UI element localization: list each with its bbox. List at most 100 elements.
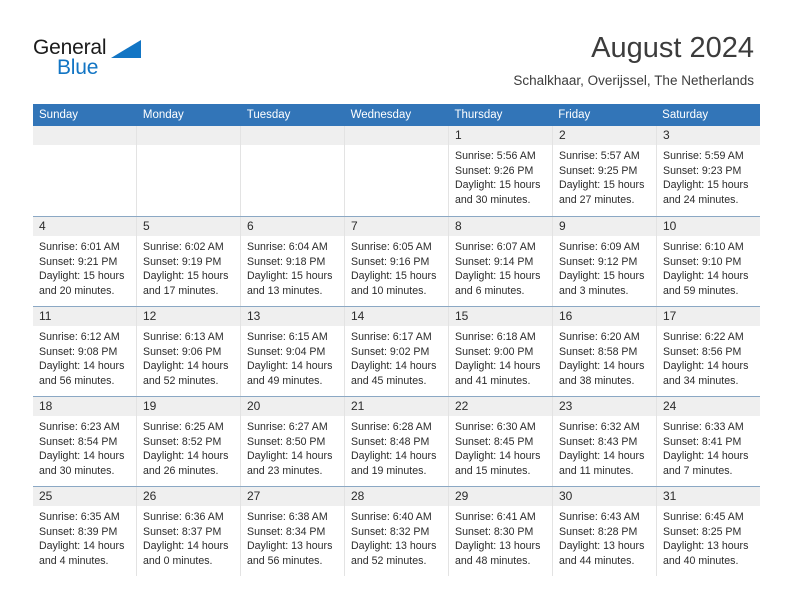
sunrise-text: Sunrise: 6:23 AM [39, 421, 120, 433]
day-cell[interactable]: 29 Sunrise: 6:41 AM Sunset: 8:30 PM Dayligh… [448, 487, 552, 576]
day-cell[interactable]: 16 Sunrise: 6:20 AM Sunset: 8:58 PM Dayligh… [552, 307, 656, 396]
day-cell[interactable]: 27 Sunrise: 6:38 AM Sunset: 8:34 PM Dayligh… [240, 487, 344, 576]
day-number-band: 7 [345, 217, 448, 236]
day-number: 27 [247, 489, 261, 503]
day-cell[interactable]: 1 Sunrise: 5:56 AM Sunset: 9:26 PM Daylight… [448, 126, 552, 216]
sunset-text: Sunset: 8:28 PM [559, 525, 638, 538]
brand-logo[interactable]: General Blue [33, 36, 233, 88]
sunset-text: Sunset: 8:48 PM [351, 435, 430, 448]
day-number-band: 27 [241, 487, 344, 506]
day-number-band: 10 [657, 217, 760, 236]
sunrise-text: Sunrise: 5:59 AM [663, 150, 744, 162]
day-cell[interactable]: 30 Sunrise: 6:43 AM Sunset: 8:28 PM Dayligh… [552, 487, 656, 576]
day-cell[interactable]: 23 Sunrise: 6:32 AM Sunset: 8:43 PM Dayligh… [552, 397, 656, 486]
sunset-text: Sunset: 9:21 PM [39, 255, 118, 268]
day-cell[interactable]: 20 Sunrise: 6:27 AM Sunset: 8:50 PM Dayligh… [240, 397, 344, 486]
day-number-band [33, 126, 136, 145]
day-cell[interactable]: 19 Sunrise: 6:25 AM Sunset: 8:52 PM Dayligh… [136, 397, 240, 486]
day-cell[interactable]: 4 Sunrise: 6:01 AM Sunset: 9:21 PM Daylight… [33, 217, 136, 306]
daylight-text: Daylight: 15 hours and 13 minutes. [247, 270, 333, 297]
day-number: 18 [39, 399, 53, 413]
day-info: Sunrise: 6:02 AM Sunset: 9:19 PM Daylight:… [137, 236, 240, 298]
day-cell[interactable]: 7 Sunrise: 6:05 AM Sunset: 9:16 PM Daylight… [344, 217, 448, 306]
day-cell-empty [33, 126, 136, 216]
day-info: Sunrise: 6:32 AM Sunset: 8:43 PM Daylight:… [553, 416, 656, 478]
sunset-text: Sunset: 9:02 PM [351, 345, 430, 358]
day-number-band: 23 [553, 397, 656, 416]
sunset-text: Sunset: 9:00 PM [455, 345, 534, 358]
day-cell[interactable]: 28 Sunrise: 6:40 AM Sunset: 8:32 PM Dayligh… [344, 487, 448, 576]
day-cell[interactable]: 17 Sunrise: 6:22 AM Sunset: 8:56 PM Dayligh… [656, 307, 760, 396]
day-info: Sunrise: 6:20 AM Sunset: 8:58 PM Daylight:… [553, 326, 656, 388]
day-info: Sunrise: 6:41 AM Sunset: 8:30 PM Daylight:… [449, 506, 552, 568]
day-cell[interactable]: 8 Sunrise: 6:07 AM Sunset: 9:14 PM Daylight… [448, 217, 552, 306]
day-number: 19 [143, 399, 157, 413]
day-number-band: 19 [137, 397, 240, 416]
day-number: 30 [559, 489, 573, 503]
day-cell[interactable]: 11 Sunrise: 6:12 AM Sunset: 9:08 PM Dayligh… [33, 307, 136, 396]
sunrise-text: Sunrise: 6:17 AM [351, 331, 432, 343]
sunrise-text: Sunrise: 6:02 AM [143, 241, 224, 253]
day-cell[interactable]: 6 Sunrise: 6:04 AM Sunset: 9:18 PM Daylight… [240, 217, 344, 306]
weeks-container: 1 Sunrise: 5:56 AM Sunset: 9:26 PM Daylight… [33, 126, 760, 576]
day-cell[interactable]: 25 Sunrise: 6:35 AM Sunset: 8:39 PM Dayligh… [33, 487, 136, 576]
week-row: 1 Sunrise: 5:56 AM Sunset: 9:26 PM Daylight… [33, 126, 760, 216]
day-cell[interactable]: 15 Sunrise: 6:18 AM Sunset: 9:00 PM Dayligh… [448, 307, 552, 396]
day-info: Sunrise: 6:40 AM Sunset: 8:32 PM Daylight:… [345, 506, 448, 568]
sunrise-text: Sunrise: 6:30 AM [455, 421, 536, 433]
daylight-text: Daylight: 14 hours and 0 minutes. [143, 540, 229, 567]
day-cell[interactable]: 13 Sunrise: 6:15 AM Sunset: 9:04 PM Dayligh… [240, 307, 344, 396]
day-number-band: 25 [33, 487, 136, 506]
day-number: 13 [247, 309, 261, 323]
day-number: 24 [663, 399, 677, 413]
daylight-text: Daylight: 14 hours and 19 minutes. [351, 450, 437, 477]
day-number-band: 9 [553, 217, 656, 236]
day-cell[interactable]: 2 Sunrise: 5:57 AM Sunset: 9:25 PM Daylight… [552, 126, 656, 216]
day-number-band: 11 [33, 307, 136, 326]
weekday-header-thursday: Thursday [454, 109, 503, 121]
day-cell[interactable]: 18 Sunrise: 6:23 AM Sunset: 8:54 PM Dayligh… [33, 397, 136, 486]
sunset-text: Sunset: 9:25 PM [559, 164, 638, 177]
day-cell[interactable]: 14 Sunrise: 6:17 AM Sunset: 9:02 PM Dayligh… [344, 307, 448, 396]
day-cell[interactable]: 10 Sunrise: 6:10 AM Sunset: 9:10 PM Dayligh… [656, 217, 760, 306]
day-cell[interactable]: 21 Sunrise: 6:28 AM Sunset: 8:48 PM Dayligh… [344, 397, 448, 486]
day-info: Sunrise: 6:07 AM Sunset: 9:14 PM Daylight:… [449, 236, 552, 298]
day-cell[interactable]: 31 Sunrise: 6:45 AM Sunset: 8:25 PM Dayligh… [656, 487, 760, 576]
sunset-text: Sunset: 9:04 PM [247, 345, 326, 358]
sunrise-text: Sunrise: 6:28 AM [351, 421, 432, 433]
day-cell[interactable]: 26 Sunrise: 6:36 AM Sunset: 8:37 PM Dayligh… [136, 487, 240, 576]
day-info: Sunrise: 6:05 AM Sunset: 9:16 PM Daylight:… [345, 236, 448, 298]
week-row: 25 Sunrise: 6:35 AM Sunset: 8:39 PM Dayligh… [33, 486, 760, 576]
day-number-band: 18 [33, 397, 136, 416]
day-cell[interactable]: 5 Sunrise: 6:02 AM Sunset: 9:19 PM Daylight… [136, 217, 240, 306]
daylight-text: Daylight: 15 hours and 3 minutes. [559, 270, 645, 297]
sunset-text: Sunset: 8:32 PM [351, 525, 430, 538]
day-cell-empty [344, 126, 448, 216]
sunrise-text: Sunrise: 6:25 AM [143, 421, 224, 433]
day-number-band: 26 [137, 487, 240, 506]
day-cell[interactable]: 24 Sunrise: 6:33 AM Sunset: 8:41 PM Dayligh… [656, 397, 760, 486]
daylight-text: Daylight: 13 hours and 48 minutes. [455, 540, 541, 567]
day-number-band: 13 [241, 307, 344, 326]
day-number-band: 30 [553, 487, 656, 506]
sunrise-text: Sunrise: 6:07 AM [455, 241, 536, 253]
day-number: 29 [455, 489, 469, 503]
sunset-text: Sunset: 8:25 PM [663, 525, 742, 538]
day-number-band: 15 [449, 307, 552, 326]
day-number-band: 8 [449, 217, 552, 236]
day-cell[interactable]: 12 Sunrise: 6:13 AM Sunset: 9:06 PM Dayligh… [136, 307, 240, 396]
day-cell[interactable]: 9 Sunrise: 6:09 AM Sunset: 9:12 PM Daylight… [552, 217, 656, 306]
weekday-header-row: Sunday Monday Tuesday Wednesday Thursday… [33, 104, 760, 126]
daylight-text: Daylight: 15 hours and 27 minutes. [559, 179, 645, 206]
weekday-header-sunday: Sunday [39, 109, 79, 121]
sunset-text: Sunset: 9:18 PM [247, 255, 326, 268]
day-number-band: 24 [657, 397, 760, 416]
day-number-band: 5 [137, 217, 240, 236]
day-info: Sunrise: 6:38 AM Sunset: 8:34 PM Daylight:… [241, 506, 344, 568]
sunset-text: Sunset: 9:26 PM [455, 164, 534, 177]
day-cell[interactable]: 22 Sunrise: 6:30 AM Sunset: 8:45 PM Dayligh… [448, 397, 552, 486]
sunset-text: Sunset: 9:06 PM [143, 345, 222, 358]
day-cell[interactable]: 3 Sunrise: 5:59 AM Sunset: 9:23 PM Daylight… [656, 126, 760, 216]
daylight-text: Daylight: 13 hours and 56 minutes. [247, 540, 333, 567]
sunrise-text: Sunrise: 6:12 AM [39, 331, 120, 343]
